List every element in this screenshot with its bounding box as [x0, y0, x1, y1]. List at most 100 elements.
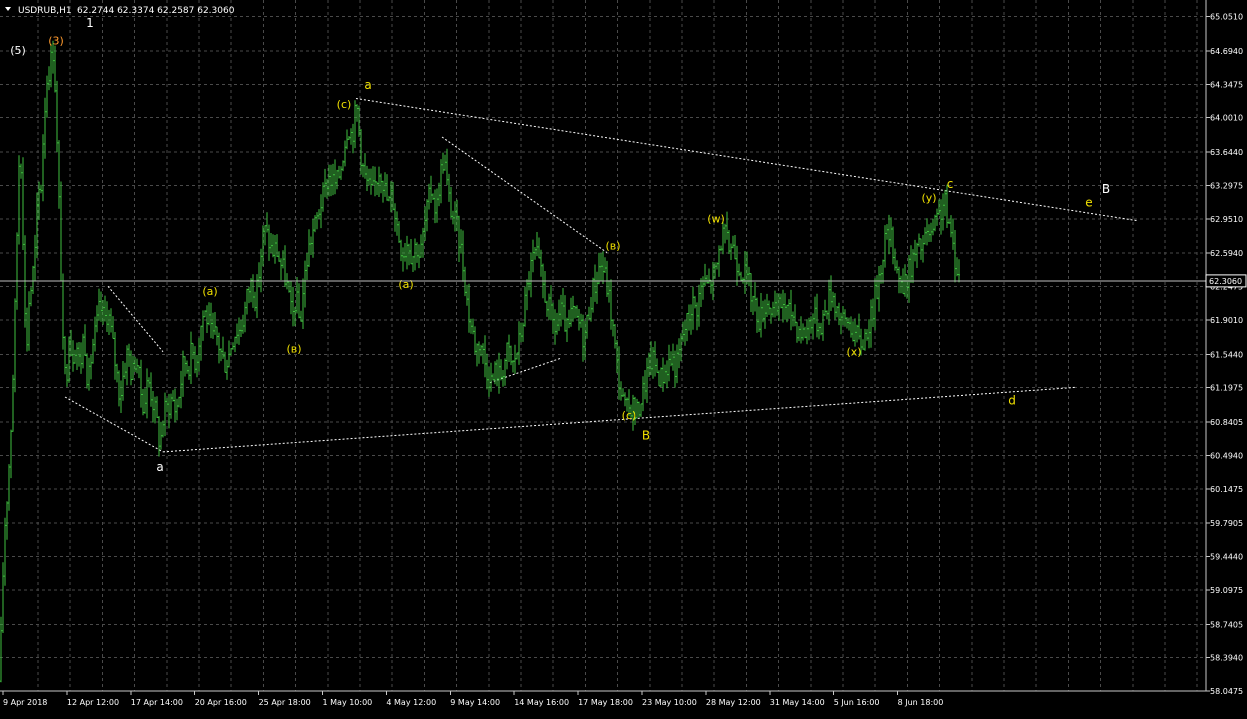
price-bar	[844, 309, 846, 327]
x-tick-label: 14 May 16:00	[514, 698, 569, 707]
price-bar	[878, 266, 880, 312]
wave-label: c	[947, 177, 954, 191]
price-bar	[758, 306, 760, 332]
wave-label: a	[364, 78, 371, 92]
price-bar	[280, 258, 282, 280]
price-bar	[404, 243, 406, 262]
wave-label: (в)	[286, 343, 301, 356]
price-bar	[602, 251, 604, 284]
price-bar	[192, 342, 194, 360]
price-bar	[814, 296, 816, 324]
price-bar	[890, 217, 892, 248]
price-bar	[412, 255, 414, 272]
price-bar	[604, 257, 606, 273]
price-bar	[354, 100, 356, 149]
x-tick-label: 9 Apr 2018	[3, 698, 47, 707]
price-bar	[668, 344, 670, 382]
price-bar	[274, 235, 276, 264]
price-bar	[296, 277, 298, 314]
price-bar	[18, 155, 20, 245]
price-bar	[506, 342, 508, 370]
price-bar	[30, 287, 32, 307]
price-bar	[222, 336, 224, 359]
price-bar	[234, 336, 236, 353]
x-tick-label: 4 May 12:00	[386, 698, 436, 707]
price-chart[interactable]: (5)(3)1a(a)(в)(c)a(a)(в)(c)B(w)(x)(y)ceB…	[0, 0, 1247, 719]
price-bar	[864, 328, 866, 351]
price-bar	[642, 376, 644, 412]
wave-label: (c)	[622, 409, 637, 422]
price-bar	[948, 219, 950, 224]
price-bar	[76, 342, 78, 370]
price-bar	[372, 166, 374, 186]
y-tick-label: 64.0010	[1210, 114, 1243, 123]
wave-label: B	[1102, 182, 1110, 196]
price-bar	[40, 184, 42, 194]
price-bar	[676, 344, 678, 384]
price-bar	[340, 166, 342, 180]
price-bar	[242, 314, 244, 334]
price-bar	[664, 364, 666, 384]
price-bar	[108, 309, 110, 335]
symbol-menu-icon[interactable]	[5, 7, 11, 11]
price-bar	[342, 160, 344, 172]
price-bar	[470, 318, 472, 334]
price-bar	[50, 43, 52, 88]
price-bar	[236, 323, 238, 344]
price-bar	[46, 75, 48, 118]
price-bar	[138, 365, 140, 379]
price-bar	[28, 291, 30, 351]
x-tick-label: 5 Jun 16:00	[834, 698, 880, 707]
price-bar	[250, 278, 252, 303]
y-axis-ticks: 65.0510 64.6940 64.3475 64.0010 63.6440 63.29…	[1206, 13, 1243, 696]
price-bar	[702, 276, 704, 300]
price-bar	[580, 313, 582, 328]
wave-label: (x)	[846, 346, 861, 359]
price-bar	[386, 174, 388, 201]
price-bar	[858, 313, 860, 340]
price-bar	[806, 319, 808, 345]
x-tick-label: 12 Apr 12:00	[67, 698, 119, 707]
price-bar	[670, 351, 672, 367]
y-tick-label: 61.5440	[1210, 350, 1243, 359]
price-bar	[20, 163, 22, 179]
price-bar	[370, 168, 372, 195]
price-bars-layer	[0, 40, 960, 683]
grid-layer	[0, 0, 1206, 692]
price-bar	[932, 218, 934, 236]
price-bar	[212, 312, 214, 339]
wave-label: d	[1008, 394, 1016, 408]
price-bar	[942, 193, 944, 231]
y-tick-label: 63.6440	[1210, 148, 1243, 157]
price-bar	[570, 297, 572, 327]
price-bar	[96, 305, 98, 333]
price-bar	[376, 181, 378, 195]
price-bar	[208, 302, 210, 326]
price-bar	[620, 381, 622, 401]
price-bar	[922, 235, 924, 263]
price-bar	[292, 286, 294, 327]
price-bar	[654, 341, 656, 377]
price-bar	[798, 326, 800, 342]
price-bar	[440, 159, 442, 204]
price-bar	[532, 239, 534, 273]
price-bar	[608, 280, 610, 303]
price-bar	[384, 172, 386, 197]
price-bar	[512, 360, 514, 373]
price-bar	[560, 294, 562, 327]
price-bar	[816, 293, 818, 338]
price-bar	[490, 362, 492, 392]
price-bar	[112, 316, 114, 339]
price-bar	[646, 357, 648, 403]
price-bar	[546, 300, 548, 317]
price-bar	[926, 218, 928, 246]
price-bar	[556, 312, 558, 335]
price-bar	[334, 159, 336, 195]
price-bar	[774, 290, 776, 318]
price-bar	[6, 501, 8, 540]
price-bar	[54, 45, 56, 93]
price-bar	[92, 338, 94, 364]
price-bar	[644, 370, 646, 400]
y-tick-label: 60.1475	[1210, 485, 1243, 494]
price-bar	[854, 318, 856, 347]
